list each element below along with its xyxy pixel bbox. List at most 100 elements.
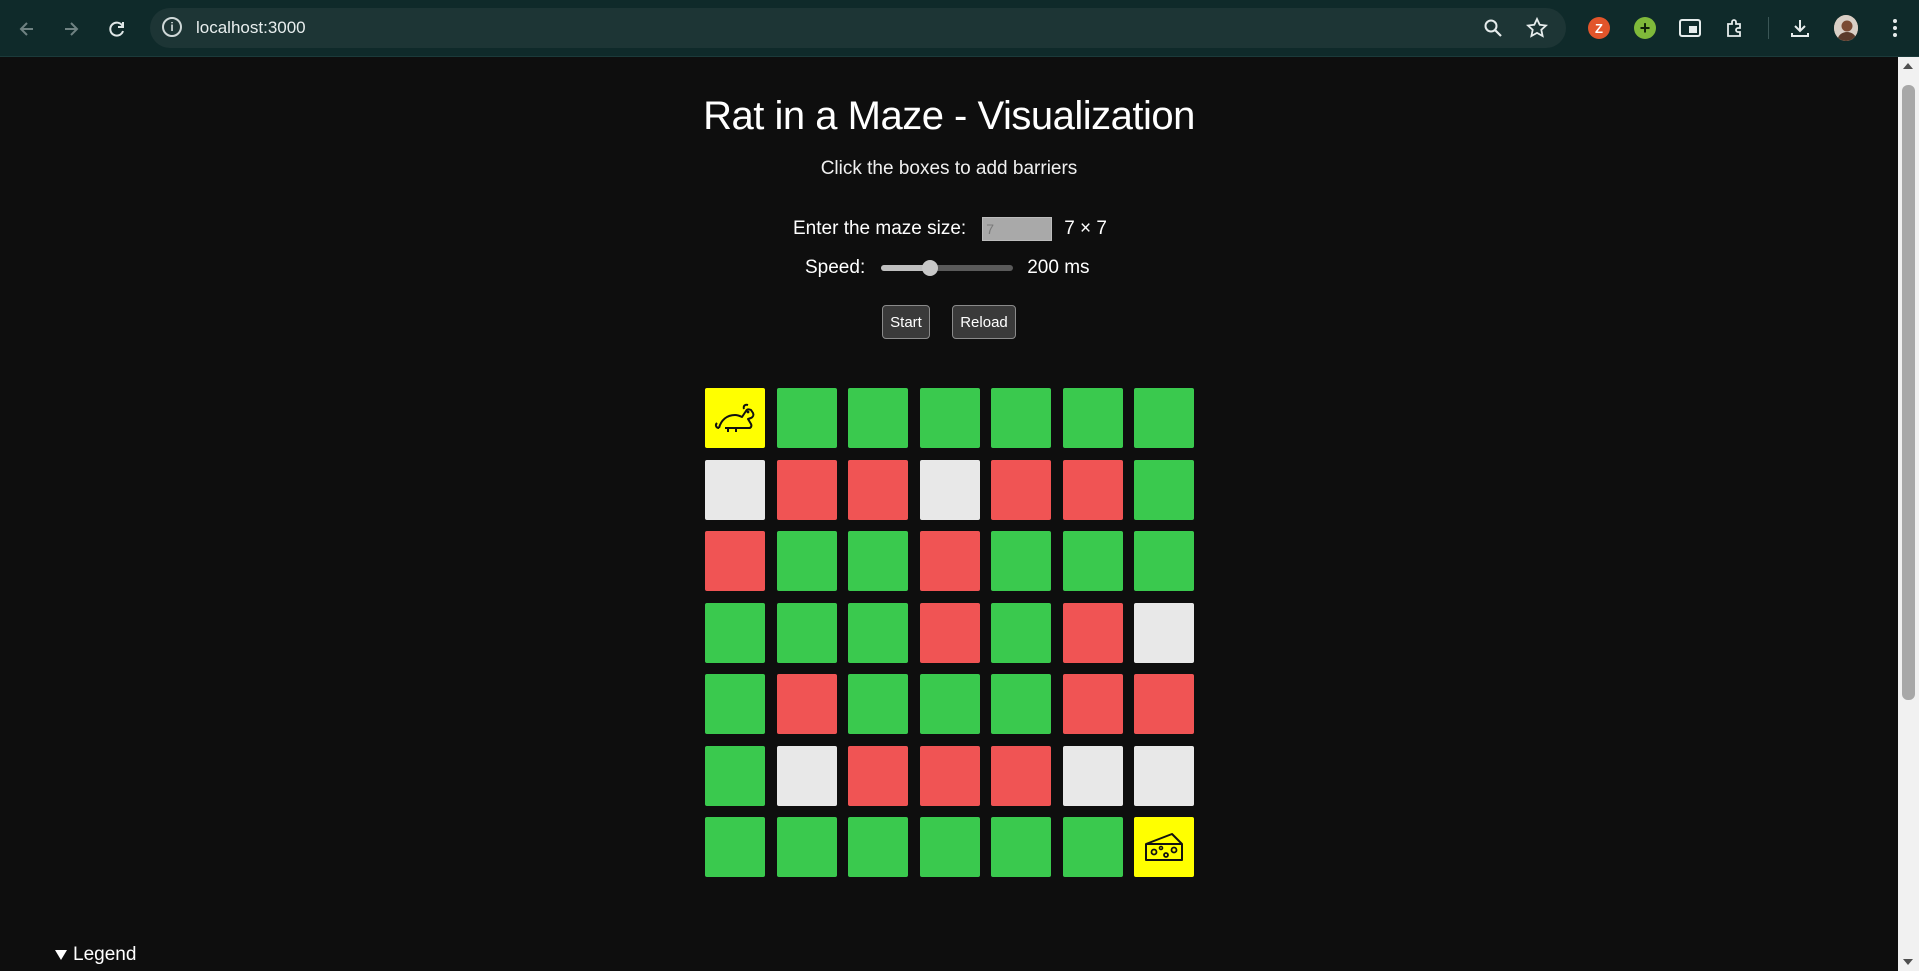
- extension-plus-icon: +: [1634, 17, 1656, 39]
- maze-cell-4-5[interactable]: [1062, 674, 1123, 734]
- maze-cell-0-3[interactable]: [919, 388, 980, 448]
- site-info-icon[interactable]: i: [162, 17, 182, 37]
- maze-cell-5-2[interactable]: [848, 745, 908, 806]
- maze-cell-6-4[interactable]: [991, 817, 1051, 877]
- reload-page-button[interactable]: [102, 14, 132, 44]
- maze-cell-3-4[interactable]: [991, 602, 1051, 663]
- downloads-button[interactable]: [1788, 16, 1812, 40]
- maze-size-readout: 7 × 7: [1064, 218, 1107, 239]
- maze-cell-1-6[interactable]: [1134, 459, 1194, 520]
- maze-cell-6-1[interactable]: [776, 817, 837, 877]
- browser-menu-button[interactable]: [1883, 16, 1907, 40]
- maze-cell-5-6[interactable]: [1134, 745, 1194, 806]
- maze-cell-4-0[interactable]: [705, 674, 765, 734]
- maze-size-input[interactable]: [982, 217, 1053, 241]
- maze-cell-3-1[interactable]: [776, 602, 837, 663]
- page-title: Rat in a Maze - Visualization: [703, 94, 1195, 138]
- maze-cell-0-6[interactable]: [1134, 388, 1194, 448]
- reload-button[interactable]: Reload: [952, 305, 1016, 339]
- refresh-icon: [109, 21, 124, 37]
- caret-down-icon: [55, 950, 67, 960]
- legend-label: Legend: [73, 944, 137, 965]
- extension-plus-button[interactable]: +: [1633, 16, 1657, 40]
- back-button[interactable]: [12, 14, 42, 44]
- rat-icon: [714, 403, 755, 432]
- maze-cell-2-5[interactable]: [1062, 531, 1123, 591]
- speed-slider[interactable]: [881, 255, 1014, 281]
- download-icon: [1791, 20, 1809, 37]
- url-text[interactable]: localhost:3000: [196, 18, 306, 38]
- maze-cell-3-5[interactable]: [1062, 602, 1123, 663]
- maze-cell-1-1[interactable]: [776, 459, 837, 520]
- forward-arrow-icon: [65, 22, 79, 36]
- zoom-icon[interactable]: [1482, 17, 1504, 39]
- maze-cell-3-2[interactable]: [848, 602, 908, 663]
- speed-label: Speed:: [805, 257, 866, 278]
- extensions-button[interactable]: [1723, 16, 1747, 40]
- legend-toggle[interactable]: Legend: [55, 944, 136, 966]
- maze-cell-5-1[interactable]: [776, 745, 837, 806]
- maze-cell-2-0[interactable]: [705, 531, 765, 591]
- scroll-down-arrow-icon[interactable]: [1903, 959, 1913, 965]
- forward-button[interactable]: [56, 14, 86, 44]
- maze-cell-5-3[interactable]: [919, 745, 980, 806]
- maze-cell-5-4[interactable]: [991, 745, 1051, 806]
- maze-cell-3-6[interactable]: [1134, 602, 1194, 663]
- maze-cell-2-1[interactable]: [776, 531, 837, 591]
- maze-cell-3-0[interactable]: [705, 602, 765, 663]
- avatar: [1834, 15, 1858, 41]
- maze-cell-3-3[interactable]: [919, 602, 980, 663]
- scroll-thumb[interactable]: [1902, 85, 1915, 700]
- address-bar[interactable]: i localhost:3000: [150, 8, 1566, 48]
- maze-cell-2-4[interactable]: [991, 531, 1051, 591]
- maze-size-label: Enter the maze size:: [793, 218, 967, 239]
- back-arrow-icon: [19, 22, 33, 36]
- maze-cell-1-5[interactable]: [1062, 459, 1123, 520]
- start-button[interactable]: Start: [882, 305, 930, 339]
- maze-cell-5-0[interactable]: [705, 745, 765, 806]
- maze-cell-1-3[interactable]: [919, 459, 980, 520]
- maze-cell-0-2[interactable]: [848, 388, 908, 448]
- puzzle-icon: [1727, 19, 1741, 37]
- maze-cell-2-6[interactable]: [1134, 531, 1194, 591]
- speed-slider-thumb[interactable]: [922, 260, 939, 276]
- maze-cell-1-4[interactable]: [991, 459, 1051, 520]
- maze-cell-6-6[interactable]: [1134, 817, 1194, 877]
- maze-cell-4-1[interactable]: [776, 674, 837, 734]
- maze-cell-6-5[interactable]: [1062, 817, 1123, 877]
- maze-cell-4-3[interactable]: [919, 674, 980, 734]
- maze-cell-6-3[interactable]: [919, 817, 980, 877]
- window-icon: [1679, 19, 1701, 37]
- maze-cell-0-0[interactable]: [705, 388, 765, 448]
- tab-media-button[interactable]: [1678, 16, 1702, 40]
- toolbar-separator: [1768, 17, 1769, 39]
- maze-cell-0-4[interactable]: [991, 388, 1051, 448]
- browser-toolbar: i localhost:3000 Z +: [0, 0, 1919, 57]
- maze-cell-6-2[interactable]: [848, 817, 908, 877]
- maze-cell-1-2[interactable]: [848, 459, 908, 520]
- maze-cell-0-1[interactable]: [776, 388, 837, 448]
- maze-size-row: Enter the maze size: 7 × 7: [793, 216, 1107, 242]
- extension-z-button[interactable]: Z: [1587, 16, 1611, 40]
- more-vertical-icon: [1893, 19, 1897, 37]
- speed-row: Speed: 200 ms: [805, 255, 1090, 281]
- maze-cell-6-0[interactable]: [705, 817, 765, 877]
- extension-z-icon: Z: [1588, 17, 1610, 39]
- page-content: Rat in a Maze - Visualization Click the …: [0, 57, 1898, 971]
- profile-button[interactable]: [1834, 15, 1858, 41]
- speed-readout: 200 ms: [1027, 257, 1090, 278]
- maze-cell-2-2[interactable]: [848, 531, 908, 591]
- page-scrollbar[interactable]: [1898, 57, 1919, 971]
- bookmark-star-icon[interactable]: [1526, 17, 1548, 39]
- maze-cell-2-3[interactable]: [919, 531, 980, 591]
- maze-cell-4-6[interactable]: [1134, 674, 1194, 734]
- maze-cell-1-0[interactable]: [705, 459, 765, 520]
- maze-grid: [705, 388, 1195, 878]
- page-subtitle: Click the boxes to add barriers: [820, 158, 1078, 179]
- cheese-icon: [1145, 833, 1183, 861]
- maze-cell-4-4[interactable]: [991, 674, 1051, 734]
- maze-cell-0-5[interactable]: [1062, 388, 1123, 448]
- maze-cell-4-2[interactable]: [848, 674, 908, 734]
- scroll-up-arrow-icon[interactable]: [1903, 63, 1913, 69]
- maze-cell-5-5[interactable]: [1062, 745, 1123, 806]
